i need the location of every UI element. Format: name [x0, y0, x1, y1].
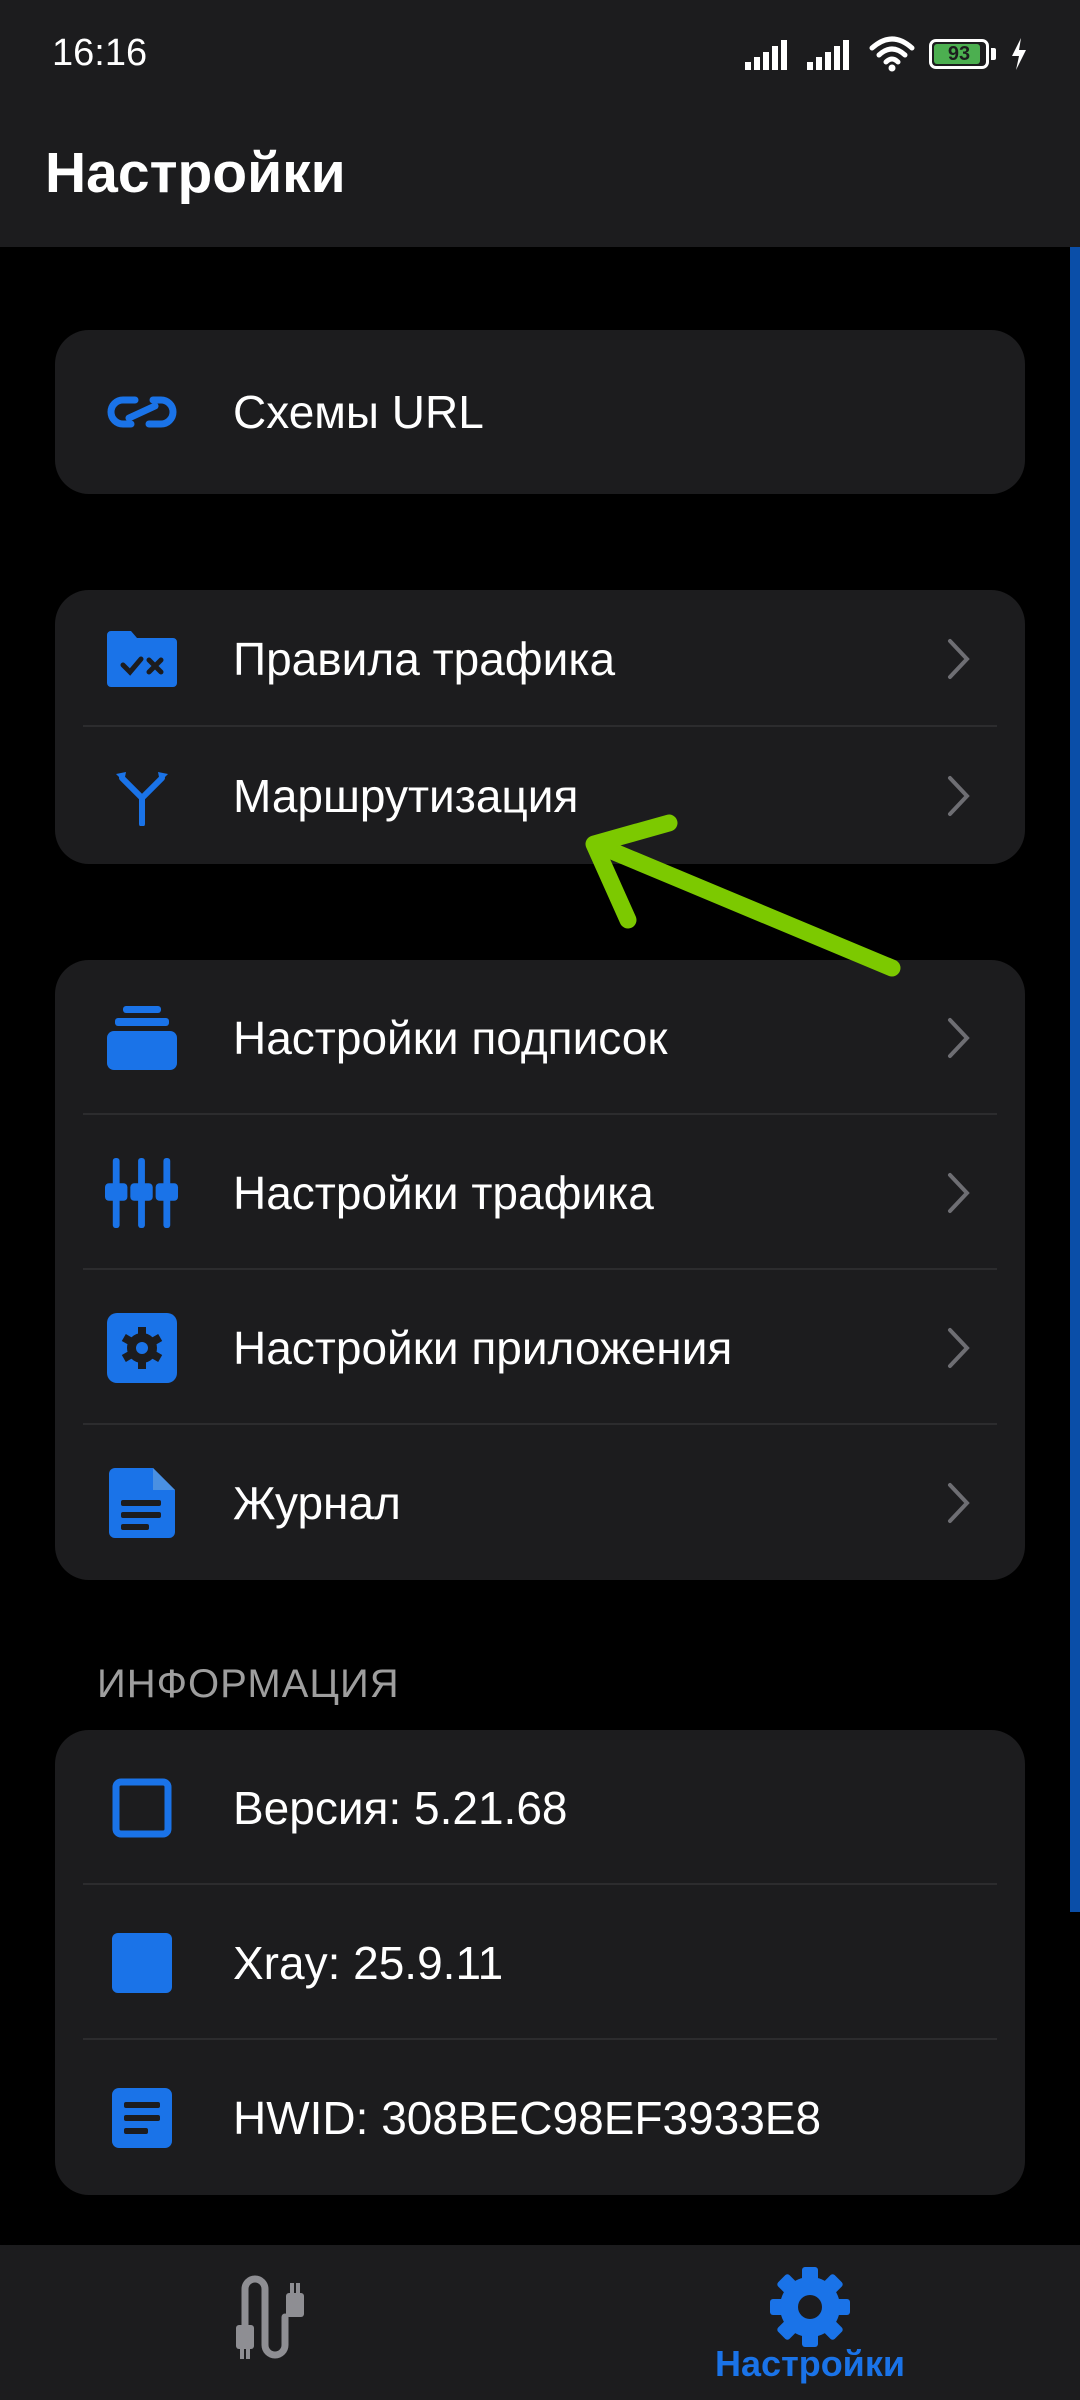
chevron-right-icon — [948, 1172, 970, 1213]
nav-settings-label: Настройки — [715, 2343, 905, 2384]
nav-settings-tab[interactable]: Настройки — [540, 2245, 1080, 2400]
battery-cap — [991, 48, 996, 60]
traffic-settings-item[interactable]: Настройки трафика — [55, 1115, 1025, 1270]
chevron-right-icon — [948, 638, 970, 679]
subscription-settings-label: Настройки подписок — [233, 1011, 668, 1064]
xray-label: Xray: 25.9.11 — [233, 1936, 504, 1989]
wifi-icon — [869, 36, 915, 72]
hwid-label: HWID: 308BEC98EF3933E8 — [233, 2091, 822, 2144]
status-bar: 16:16 93 — [0, 0, 1080, 110]
chevron-right-icon — [948, 1017, 970, 1058]
subscription-settings-item[interactable]: Настройки подписок — [55, 960, 1025, 1115]
connection-cable-icon — [236, 2275, 304, 2359]
chevron-right-icon — [948, 1327, 970, 1368]
log-item[interactable]: Журнал — [55, 1425, 1025, 1580]
traffic-rules-label: Правила трафика — [233, 632, 616, 685]
status-time: 16:16 — [52, 32, 148, 74]
square-filled-icon — [105, 1926, 179, 2000]
app-settings-label: Настройки приложения — [233, 1321, 733, 1374]
gear-icon — [105, 1311, 179, 1385]
battery-level: 93 — [947, 42, 971, 65]
nav-connection-tab[interactable] — [0, 2245, 540, 2400]
sliders-icon — [105, 1156, 179, 1230]
scroll-indicator[interactable] — [1070, 247, 1080, 1912]
url-schemes-item[interactable]: Схемы URL — [55, 330, 1025, 494]
link-icon — [105, 375, 179, 449]
signal-icon — [807, 40, 849, 70]
chevron-right-icon — [948, 775, 970, 816]
square-outline-icon — [105, 1771, 179, 1845]
routing-icon — [105, 759, 179, 833]
note-icon — [105, 2081, 179, 2155]
signal-icon — [745, 40, 787, 70]
document-icon — [105, 1466, 179, 1540]
version-label: Версия: 5.21.68 — [233, 1781, 568, 1834]
battery-icon: 93 — [929, 39, 989, 69]
traffic-settings-label: Настройки трафика — [233, 1166, 654, 1219]
xray-item[interactable]: Xray: 25.9.11 — [55, 1885, 1025, 2040]
traffic-rules-item[interactable]: Правила трафика — [55, 590, 1025, 727]
bottom-nav: Настройки — [0, 2245, 1080, 2400]
folder-rules-icon — [105, 622, 179, 696]
app-settings-item[interactable]: Настройки приложения — [55, 1270, 1025, 1425]
gear-icon — [770, 2267, 850, 2347]
page-title: Настройки — [45, 141, 346, 205]
info-card: Версия: 5.21.68 Xray: 25.9.11 HWID: 308B… — [55, 1730, 1025, 2195]
routing-item[interactable]: Маршрутизация — [55, 727, 1025, 864]
charging-icon — [1012, 38, 1026, 70]
status-icons: 93 — [745, 30, 1028, 78]
traffic-card: Правила трафика Маршрутизация — [55, 590, 1025, 864]
hwid-item[interactable]: HWID: 308BEC98EF3933E8 — [55, 2040, 1025, 2195]
app-bar: Настройки — [0, 110, 1080, 247]
settings-card: Настройки подписок Настройки трафика Нас… — [55, 960, 1025, 1580]
log-label: Журнал — [233, 1476, 401, 1529]
chevron-right-icon — [948, 1482, 970, 1523]
url-card: Схемы URL — [55, 330, 1025, 494]
routing-label: Маршрутизация — [233, 769, 579, 822]
url-schemes-label: Схемы URL — [233, 386, 484, 438]
info-section-label: ИНФОРМАЦИЯ — [97, 1662, 400, 1706]
version-item[interactable]: Версия: 5.21.68 — [55, 1730, 1025, 1885]
subscriptions-icon — [105, 1001, 179, 1075]
